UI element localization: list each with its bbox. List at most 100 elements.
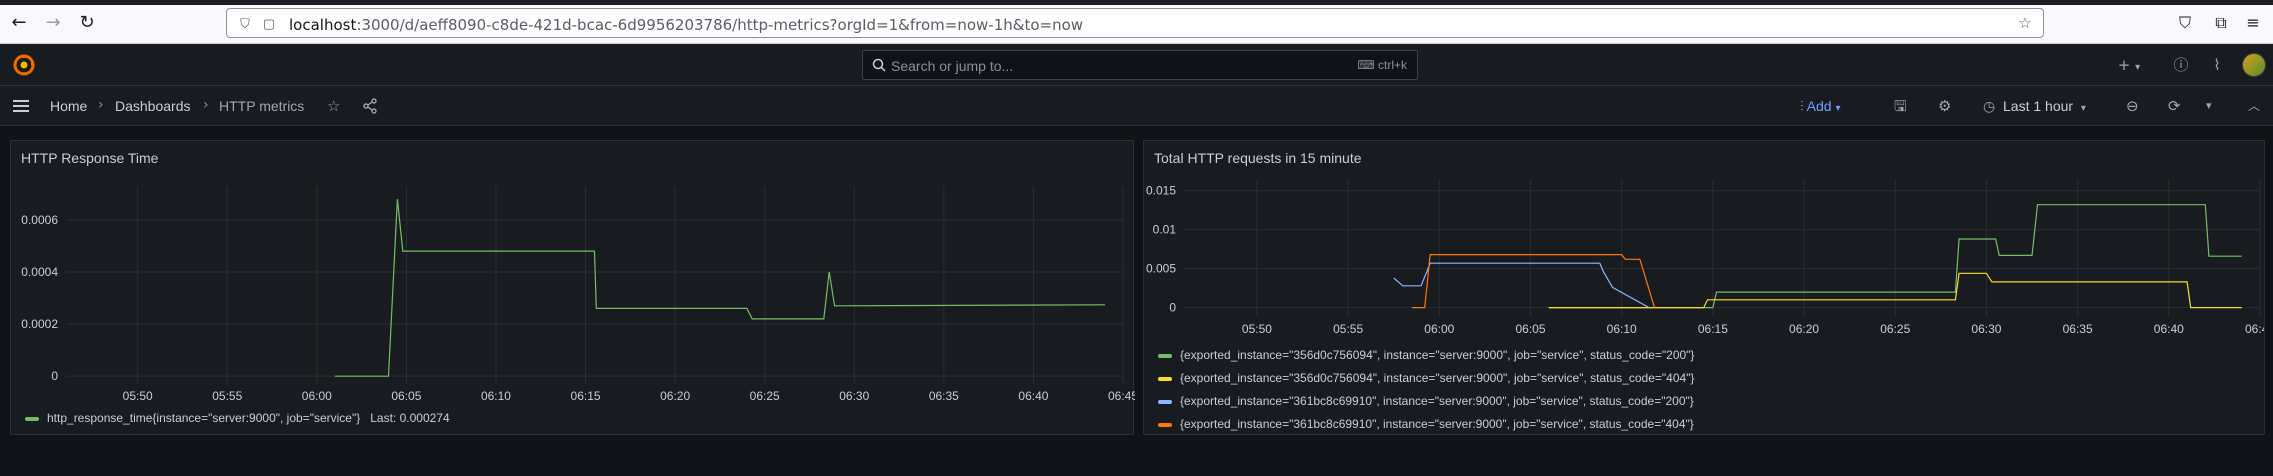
- x-tick-label: 06:10: [1607, 322, 1637, 336]
- legend-label: {exported_instance="361bc8c69910", insta…: [1180, 394, 1694, 408]
- y-tick-label: 0.0006: [21, 213, 58, 227]
- x-tick-label: 06:35: [929, 389, 959, 403]
- legend-swatch: [25, 416, 39, 421]
- clock-icon: ◷: [1983, 98, 1996, 114]
- refresh-interval-chevron-icon[interactable]: ▾: [2206, 96, 2212, 116]
- x-tick-label: 06:25: [1880, 322, 1910, 336]
- avatar[interactable]: [2242, 53, 2266, 77]
- legend-swatch: [1158, 422, 1172, 427]
- chevron-down-icon: ▾: [1835, 103, 1841, 114]
- x-tick-label: 05:55: [212, 389, 242, 403]
- legend-item[interactable]: http_response_time{instance="server:9000…: [25, 411, 450, 425]
- news-rss-icon[interactable]: ⌇: [2206, 54, 2228, 76]
- x-tick-label: 06:15: [571, 389, 601, 403]
- x-tick-label: 06:40: [2154, 322, 2184, 336]
- series-line: [1412, 253, 1656, 309]
- breadcrumb-current: HTTP metrics: [219, 98, 305, 114]
- x-tick-label: 05:50: [1242, 322, 1272, 336]
- url-text[interactable]: localhost:3000/d/aeff8090-c8de-421d-bcac…: [289, 16, 1083, 34]
- legend-item[interactable]: {exported_instance="361bc8c69910", insta…: [1158, 417, 1694, 431]
- pocket-icon[interactable]: ⛉: [2174, 12, 2196, 34]
- y-tick-label: 0.015: [1146, 184, 1176, 198]
- zoom-out-icon[interactable]: ⊖: [2126, 96, 2139, 116]
- star-icon[interactable]: ☆: [327, 96, 340, 116]
- x-tick-label: 06:10: [481, 389, 511, 403]
- series-line: [334, 198, 1106, 377]
- y-tick-label: 0: [1169, 301, 1176, 315]
- browser-tabstrip: [0, 0, 2273, 5]
- new-button[interactable]: + ▾: [2112, 54, 2146, 76]
- page-info-icon[interactable]: ▢: [261, 16, 277, 32]
- x-tick-label: 06:15: [1698, 322, 1728, 336]
- x-tick-label: 06:05: [1515, 322, 1545, 336]
- shortcut-label: ctrl+k: [1377, 58, 1407, 72]
- time-range-picker[interactable]: ◷ Last 1 hour ▾: [1983, 96, 2086, 119]
- x-tick-label: 06:20: [1789, 322, 1819, 336]
- address-bar[interactable]: ⛉ ▢ localhost:3000/d/aeff8090-c8de-421d-…: [226, 8, 2044, 38]
- grafana-logo-icon[interactable]: [12, 53, 36, 77]
- breadcrumb-dashboards[interactable]: Dashboards: [115, 98, 191, 114]
- search-icon: [872, 58, 886, 72]
- grafana-topbar: Search or jump to... ⌨ ctrl+k + ▾ ⓘ ⌇: [0, 44, 2273, 86]
- app-menu-icon[interactable]: ≡: [2242, 12, 2264, 34]
- legend-swatch: [1158, 376, 1172, 381]
- collapse-chevron-up-icon[interactable]: ︿: [2248, 96, 2260, 116]
- add-button[interactable]: ⫶ Add ▾: [1800, 95, 1840, 117]
- breadcrumb-separator-icon: ›: [203, 97, 209, 113]
- add-label: Add: [1806, 98, 1832, 114]
- chevron-down-icon: ▾: [2135, 62, 2141, 73]
- chart-http-response-time: 0 0.0002 0.0004 0.0006 05:50 05:55 06:00 06:05 0…: [21, 186, 1135, 403]
- reload-icon[interactable]: ↻: [76, 12, 98, 34]
- y-tick-label: 0.0002: [21, 317, 58, 331]
- share-icon[interactable]: [362, 98, 378, 114]
- breadcrumb-separator-icon: ›: [98, 97, 104, 113]
- legend-label: {exported_instance="356d0c756094", insta…: [1180, 371, 1695, 385]
- chart-total-http-requests: 0 0.005 0.01 0.015 05:50 05:55 06:00 06:05 06:10…: [1146, 179, 2265, 336]
- bookmark-star-icon[interactable]: ☆: [2017, 16, 2033, 32]
- legend-label: {exported_instance="361bc8c69910", insta…: [1180, 417, 1694, 431]
- x-tick-label: 06:25: [750, 389, 780, 403]
- legend-item[interactable]: {exported_instance="356d0c756094", insta…: [1158, 371, 1694, 385]
- refresh-icon[interactable]: ⟳: [2168, 96, 2181, 116]
- legend-item[interactable]: {exported_instance="356d0c756094", insta…: [1158, 348, 1694, 362]
- series-line: [1393, 262, 1650, 309]
- x-tick-label: 06:05: [391, 389, 421, 403]
- x-tick-label: 06:35: [2063, 322, 2093, 336]
- panel-total-http-requests[interactable]: Total HTTP requests in 15 minute 0 0.005 0…: [1143, 140, 2265, 435]
- y-tick-label: 0: [51, 369, 58, 383]
- legend-last-value: Last: 0.000274: [370, 411, 450, 425]
- chevron-down-icon: ▾: [2080, 103, 2086, 114]
- x-tick-label: 06:00: [302, 389, 332, 403]
- breadcrumb-home[interactable]: Home: [50, 98, 87, 114]
- x-tick-label: 06:00: [1424, 322, 1454, 336]
- search-placeholder: Search or jump to...: [891, 58, 1014, 74]
- help-icon[interactable]: ⓘ: [2170, 54, 2192, 76]
- y-tick-label: 0.0004: [21, 265, 58, 279]
- legend-item[interactable]: {exported_instance="361bc8c69910", insta…: [1158, 394, 1694, 408]
- legend-label: {exported_instance="356d0c756094", insta…: [1180, 348, 1695, 362]
- y-tick-label: 0.005: [1146, 262, 1176, 276]
- x-tick-label: 06:40: [1018, 389, 1048, 403]
- add-panel-icon: ⫶: [1800, 98, 1804, 114]
- x-tick-label: 05:50: [123, 389, 153, 403]
- menu-icon[interactable]: [12, 97, 30, 115]
- keyboard-shortcut: ⌨ ctrl+k: [1357, 58, 1407, 72]
- panel-http-response-time[interactable]: HTTP Response Time 0 0.0002 0.0004 0.0006 05…: [10, 140, 1135, 435]
- search-input[interactable]: Search or jump to... ⌨ ctrl+k: [862, 50, 1418, 80]
- time-range-label: Last 1 hour: [2003, 98, 2074, 114]
- legend-label: http_response_time{instance="server:9000…: [47, 411, 361, 425]
- x-tick-label: 06:20: [660, 389, 690, 403]
- dashboard-nav-bar: Home › Dashboards › HTTP metrics ☆ ⫶ Add…: [0, 86, 2273, 126]
- back-icon[interactable]: ←: [8, 12, 30, 34]
- legend-swatch: [1158, 399, 1172, 404]
- x-tick-label: 06:30: [839, 389, 869, 403]
- legend-swatch: [1158, 353, 1172, 358]
- x-tick-label: 06:45: [1108, 389, 1135, 403]
- forward-icon[interactable]: →: [42, 12, 64, 34]
- settings-gear-icon[interactable]: ⚙: [1938, 96, 1951, 116]
- x-tick-label: 05:55: [1333, 322, 1363, 336]
- shield-icon[interactable]: ⛉: [237, 16, 253, 32]
- extensions-icon[interactable]: ⧉: [2210, 12, 2232, 34]
- save-icon[interactable]: 🖫: [1894, 96, 1907, 116]
- x-tick-label: 06:45: [2245, 322, 2265, 336]
